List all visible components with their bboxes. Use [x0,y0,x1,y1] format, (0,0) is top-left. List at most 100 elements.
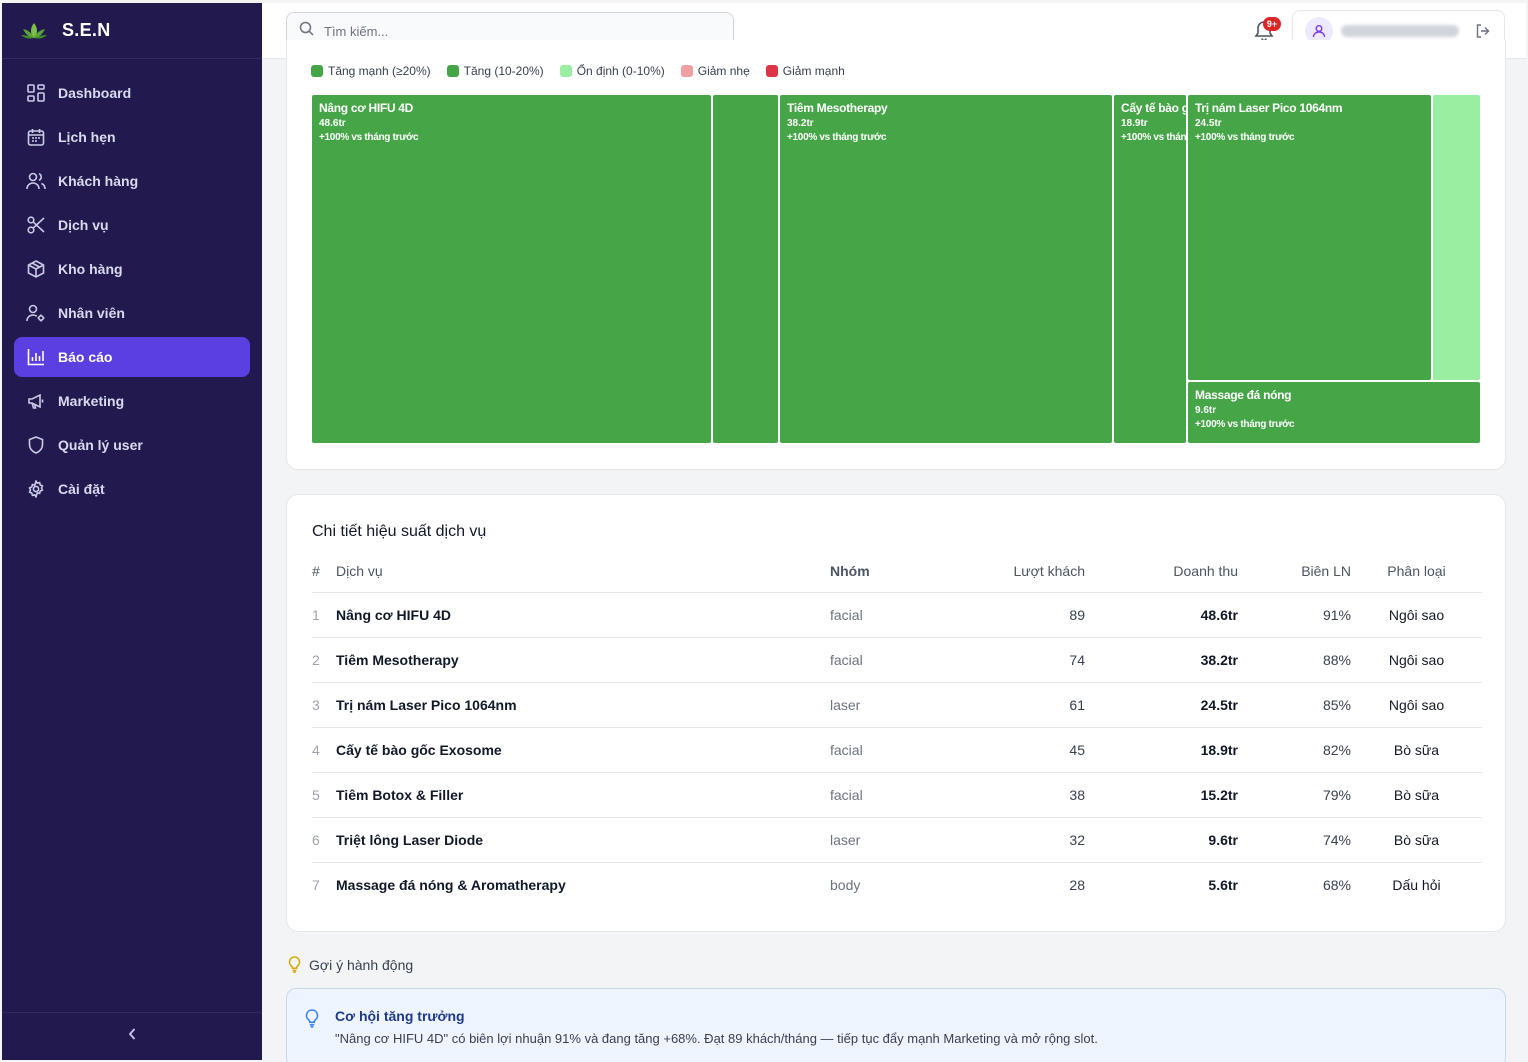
cell-revenue: 18.9tr [1085,727,1238,773]
legend-label: Giảm nhẹ [697,64,750,78]
tile-change: +100% vs tháng trước [1121,132,1186,143]
sidebar-item-label: Cài đặt [58,481,105,497]
tile-name: Cấy tế bào gốc [1121,101,1186,115]
package-icon [26,259,46,279]
logout-icon[interactable] [1475,23,1491,39]
table-row[interactable]: 7 Massage đá nóng & Aromatherapy body 28… [312,862,1482,907]
tile-change: +100% vs tháng trước [1195,419,1295,430]
legend-label: Tăng (10-20%) [463,64,544,78]
scissors-icon [26,215,46,235]
legend-swatch [680,65,693,77]
cell-index: 6 [312,817,336,863]
col-visits[interactable]: Lượt khách [960,550,1085,593]
cell-revenue: 38.2tr [1085,637,1238,683]
cell-visits: 61 [960,682,1085,728]
suggestion-card[interactable]: Cơ hội tăng trưởng "Nâng cơ HIFU 4D" có … [286,988,1506,1062]
sidebar-item-appointments[interactable]: Lịch hẹn [14,117,250,157]
cell-margin: 91% [1238,592,1351,638]
treemap-tile[interactable]: Cấy tế bào gốc 18.9tr +100% vs tháng trư… [1114,95,1186,443]
sidebar-item-inventory[interactable]: Kho hàng [14,249,250,289]
cell-classification: Bò sữa [1351,727,1482,773]
col-service[interactable]: Dịch vụ [336,550,830,593]
treemap: Nâng cơ HIFU 4D 48.6tr +100% vs tháng tr… [312,95,1482,445]
col-revenue[interactable]: Doanh thu [1085,550,1238,593]
col-classification[interactable]: Phân loại [1351,550,1482,593]
table-row[interactable]: 2 Tiêm Mesotherapy facial 74 38.2tr 88% … [312,637,1482,683]
cell-visits: 89 [960,592,1085,638]
collapse-sidebar-button[interactable] [2,1012,262,1060]
treemap-tile[interactable]: Trị nám Laser Pico 1064nm 24.5tr +100% v… [1188,95,1431,380]
table-title: Chi tiết hiệu suất dịch vụ [312,523,487,540]
bar-chart-icon [26,347,46,367]
cell-group: facial [830,637,960,683]
legend-item-stable: Ổn định (0-10%) [559,64,665,78]
sidebar-item-reports[interactable]: Báo cáo [14,337,250,377]
treemap-tile[interactable]: Tiêm Mesotherapy 38.2tr +100% vs tháng t… [780,95,1112,443]
tile-name: Nâng cơ HIFU 4D [319,101,414,115]
cell-classification: Dấu hỏi [1392,876,1441,893]
tile-change: +100% vs tháng trước [319,132,419,143]
cell-index: 5 [312,772,336,818]
sidebar-item-customers[interactable]: Khách hàng [14,161,250,201]
sidebar-item-label: Kho hàng [58,261,123,277]
brand[interactable]: S.E.N [2,3,262,59]
cell-index: 2 [312,637,336,683]
tile-value: 9.6tr [1195,405,1217,416]
cell-service: Cấy tế bào gốc Exosome [336,727,830,773]
tile-value: 24.5tr [1195,118,1222,129]
gear-icon [26,479,46,499]
suggestions-heading: Gợi ý hành động [288,956,413,973]
cell-service: Tiêm Mesotherapy [336,637,830,683]
sidebar-item-staff[interactable]: Nhân viên [14,293,250,333]
treemap-tile[interactable]: Nâng cơ HIFU 4D 48.6tr +100% vs tháng tr… [312,95,711,443]
suggestion-title: Cơ hội tăng trưởng [335,1008,465,1024]
legend-swatch [765,65,778,77]
sidebar-item-dashboard[interactable]: Dashboard [14,73,250,113]
tile-name: Massage đá nóng [1195,388,1292,402]
treemap-legend: Tăng mạnh (≥20%) Tăng (10-20%) Ổn định (… [311,64,845,78]
sidebar-item-label: Khách hàng [58,173,139,189]
legend-label: Giảm mạnh [782,64,845,78]
sidebar-item-user-management[interactable]: Quản lý user [14,425,250,465]
treemap-tile[interactable] [1433,95,1480,380]
cell-classification: Ngôi sao [1351,682,1482,728]
sidebar-item-label: Marketing [58,393,125,409]
table-header-row: # Dịch vụ Nhóm Lượt khách Doanh thu Biên… [312,550,1482,593]
cell-revenue: 15.2tr [1085,772,1238,818]
user-gear-icon [26,303,46,323]
cell-revenue: 24.5tr [1085,682,1238,728]
cell-visits: 28 [1069,876,1085,893]
sidebar: S.E.N Dashboard Lịch hẹn Khách hàng Dịch… [2,3,262,1060]
legend-item-up: Tăng (10-20%) [446,64,544,78]
suggestions-heading-text: Gợi ý hành động [309,956,414,973]
table-row[interactable]: 6 Triệt lông Laser Diode laser 32 9.6tr … [312,817,1482,863]
col-group[interactable]: Nhóm [830,550,960,593]
notification-badge: 9+ [1263,17,1281,31]
sidebar-item-marketing[interactable]: Marketing [14,381,250,421]
table-row[interactable]: 1 Nâng cơ HIFU 4D facial 89 48.6tr 91% N… [312,592,1482,638]
cell-group: laser [830,817,960,863]
tile-value: 48.6tr [319,118,346,129]
cell-group: facial [830,772,960,818]
sidebar-item-services[interactable]: Dịch vụ [14,205,250,245]
sidebar-nav: Dashboard Lịch hẹn Khách hàng Dịch vụ Kh… [2,59,262,527]
col-margin[interactable]: Biên LN [1238,550,1351,593]
shield-icon [26,435,46,455]
sidebar-item-label: Báo cáo [58,349,113,365]
table-row[interactable]: 4 Cấy tế bào gốc Exosome facial 45 18.9t… [312,727,1482,773]
sidebar-item-settings[interactable]: Cài đặt [14,469,250,509]
col-index[interactable]: # [312,550,336,593]
treemap-tile[interactable] [713,95,778,443]
cell-visits: 32 [960,817,1085,863]
cell-classification: Bò sữa [1351,772,1482,818]
cell-margin: 79% [1238,772,1351,818]
table-row[interactable]: 5 Tiêm Botox & Filler facial 38 15.2tr 7… [312,772,1482,818]
table-row[interactable]: 3 Trị nám Laser Pico 1064nm laser 61 24.… [312,682,1482,728]
treemap-tile[interactable]: Massage đá nóng 9.6tr +100% vs tháng trư… [1188,382,1480,443]
search-input[interactable] [324,23,704,39]
cell-group: body [830,876,861,893]
sidebar-item-label: Nhân viên [58,305,125,321]
search-icon [299,21,314,41]
tile-name: Tiêm Mesotherapy [787,101,888,115]
cell-margin: 82% [1238,727,1351,773]
